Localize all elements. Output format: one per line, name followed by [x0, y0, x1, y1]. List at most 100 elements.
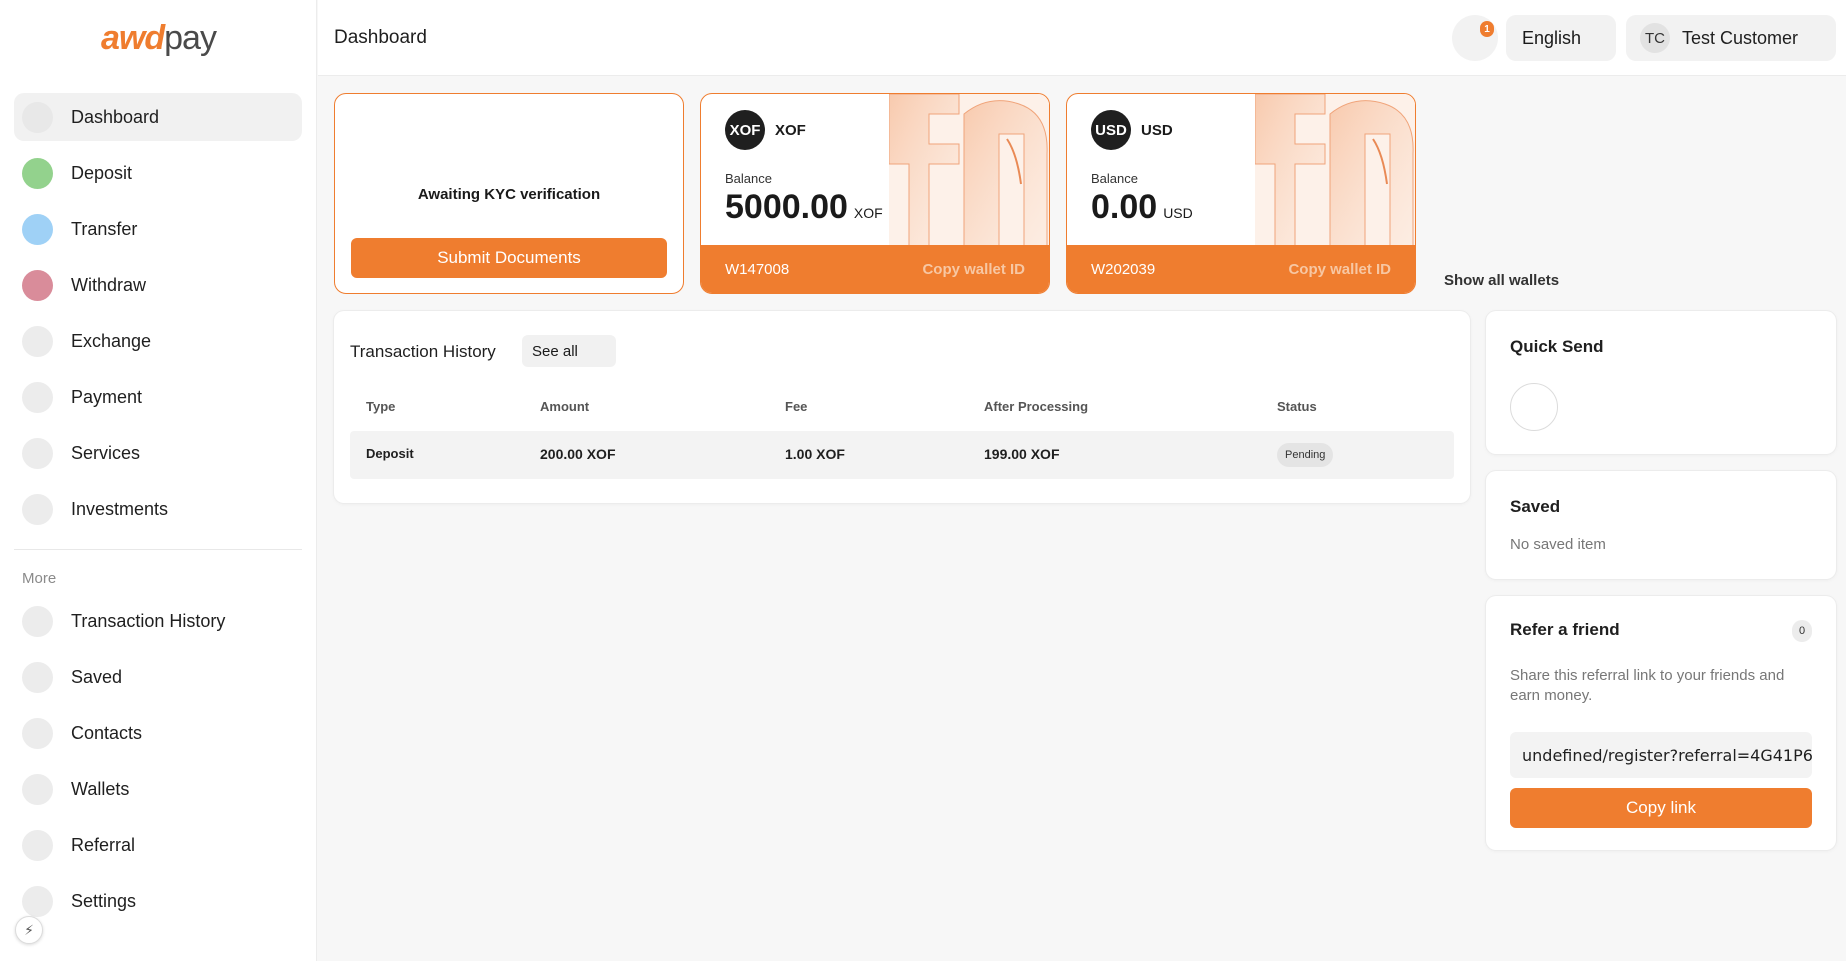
wallet-card-usd[interactable]: USD USD Balance 0.00 USD W202039 Copy wa…: [1066, 93, 1416, 294]
referral-count-badge: 0: [1792, 620, 1812, 642]
main-nav: Dashboard Deposit Transfer Withdraw Exch…: [14, 93, 302, 541]
sidebar-item-transfer[interactable]: Transfer: [14, 205, 302, 253]
transaction-history-card: Transaction History See all Type Amount …: [334, 311, 1470, 503]
balance-label: Balance: [725, 171, 772, 186]
referral-card: Refer a friend 0 Share this referral lin…: [1486, 596, 1836, 850]
transaction-history-title: Transaction History: [350, 342, 496, 361]
user-name: Test Customer: [1682, 27, 1799, 48]
sidebar: awd pay Dashboard Deposit Transfer Withdr…: [0, 0, 317, 961]
sidebar-item-referral[interactable]: Referral: [14, 821, 302, 869]
sidebar-item-withdraw[interactable]: Withdraw: [14, 261, 302, 309]
wallets-icon: [22, 773, 53, 805]
column-header-fee: Fee: [785, 399, 808, 414]
sidebar-item-label: Settings: [71, 890, 137, 911]
saved-icon: [22, 661, 53, 693]
settings-icon: [22, 885, 53, 917]
wallet-id: W147008: [725, 260, 790, 278]
sidebar-item-label: Referral: [71, 834, 136, 855]
wallet-footer: W202039 Copy wallet ID: [1067, 245, 1415, 293]
dashboard-icon: [22, 101, 53, 133]
saved-title: Saved: [1510, 497, 1561, 516]
show-all-wallets-link[interactable]: Show all wallets: [1444, 272, 1559, 289]
saved-card: Saved No saved item: [1486, 471, 1836, 579]
history-icon: [22, 605, 53, 637]
sidebar-item-label: Transaction History: [71, 610, 226, 631]
wallet-card-xof[interactable]: XOF XOF Balance 5000.00 XOF W147008 Copy…: [700, 93, 1050, 294]
user-menu[interactable]: TC Test Customer: [1626, 15, 1836, 61]
sidebar-item-services[interactable]: Services: [14, 429, 302, 477]
balance-unit: XOF: [853, 205, 883, 221]
sidebar-item-label: Contacts: [71, 722, 143, 743]
more-nav: Transaction History Saved Contacts Walle…: [14, 597, 302, 933]
wallet-id: W202039: [1091, 260, 1156, 278]
kyc-card: Awaiting KYC verification Submit Documen…: [334, 93, 684, 294]
status-badge: Pending: [1277, 443, 1334, 467]
table-row[interactable]: Deposit 200.00 XOF 1.00 XOF 199.00 XOF P…: [350, 431, 1454, 479]
balance-unit: USD: [1163, 205, 1193, 221]
wallet-currency-code: USD: [1141, 122, 1173, 139]
sidebar-item-label: Withdraw: [71, 274, 147, 295]
services-icon: [22, 437, 53, 469]
language-selector[interactable]: English: [1506, 15, 1616, 61]
add-contact-button[interactable]: [1510, 383, 1558, 431]
cell-type: Deposit: [366, 446, 414, 461]
currency-badge: XOF: [725, 110, 765, 150]
sidebar-item-deposit[interactable]: Deposit: [14, 149, 302, 197]
column-header-after-processing: After Processing: [984, 399, 1089, 414]
kyc-status-text: Awaiting KYC verification: [417, 186, 601, 203]
avatar: TC: [1640, 23, 1670, 53]
saved-empty-text: No saved item: [1510, 536, 1606, 553]
currency-badge: USD: [1091, 110, 1131, 150]
see-all-button[interactable]: See all: [522, 335, 616, 367]
sidebar-item-label: Services: [71, 442, 141, 463]
sidebar-item-label: Transfer: [71, 218, 138, 239]
page-title: Dashboard: [334, 27, 427, 48]
column-header-type: Type: [366, 399, 396, 414]
exchange-icon: [22, 325, 53, 357]
sidebar-item-wallets[interactable]: Wallets: [14, 765, 302, 813]
sidebar-item-transaction-history[interactable]: Transaction History: [14, 597, 302, 645]
sidebar-item-label: Payment: [71, 386, 143, 407]
sidebar-item-exchange[interactable]: Exchange: [14, 317, 302, 365]
quick-send-card: Quick Send: [1486, 311, 1836, 454]
sidebar-item-label: Deposit: [71, 162, 133, 183]
sidebar-item-contacts[interactable]: Contacts: [14, 709, 302, 757]
top-header: Dashboard 1 English TC Test Customer: [318, 0, 1846, 76]
copy-wallet-id-button[interactable]: Copy wallet ID: [922, 261, 1025, 278]
copy-wallet-id-button[interactable]: Copy wallet ID: [1288, 261, 1391, 278]
referral-link-input[interactable]: [1510, 732, 1812, 778]
wallet-balance: 5000.00 XOF: [725, 188, 883, 227]
submit-documents-button[interactable]: Submit Documents: [351, 238, 667, 278]
copy-link-button[interactable]: Copy link: [1510, 788, 1812, 828]
deposit-icon: [22, 157, 53, 189]
logo-rest: pay: [164, 18, 217, 57]
sidebar-item-label: Dashboard: [71, 106, 160, 127]
notification-badge: 1: [1480, 21, 1494, 37]
sidebar-item-investments[interactable]: Investments: [14, 485, 302, 533]
investments-icon: [22, 493, 53, 525]
logo-accent: awd: [101, 18, 165, 57]
lightning-icon[interactable]: ⚡︎: [15, 916, 43, 944]
referral-title: Refer a friend: [1510, 620, 1620, 639]
cell-after-processing: 199.00 XOF: [984, 446, 1060, 462]
transfer-icon: [22, 213, 53, 245]
sidebar-item-settings[interactable]: Settings: [14, 877, 302, 925]
balance-label: Balance: [1091, 171, 1138, 186]
sidebar-item-label: Investments: [71, 498, 169, 519]
wallet-decoration: [1255, 94, 1415, 246]
quick-send-title: Quick Send: [1510, 337, 1604, 356]
column-header-amount: Amount: [540, 399, 590, 414]
cell-fee: 1.00 XOF: [785, 446, 845, 462]
sidebar-item-dashboard[interactable]: Dashboard: [14, 93, 302, 141]
referral-description: Share this referral link to your friends…: [1510, 667, 1785, 704]
sidebar-item-label: Exchange: [71, 330, 152, 351]
logo[interactable]: awd pay: [0, 0, 317, 76]
notification-button[interactable]: 1: [1452, 15, 1498, 61]
sidebar-item-label: Saved: [71, 666, 123, 687]
sidebar-item-payment[interactable]: Payment: [14, 373, 302, 421]
column-header-status: Status: [1277, 399, 1317, 414]
nav-more-title: More: [22, 570, 57, 587]
sidebar-item-label: Wallets: [71, 778, 130, 799]
wallet-currency-code: XOF: [775, 122, 806, 139]
sidebar-item-saved[interactable]: Saved: [14, 653, 302, 701]
